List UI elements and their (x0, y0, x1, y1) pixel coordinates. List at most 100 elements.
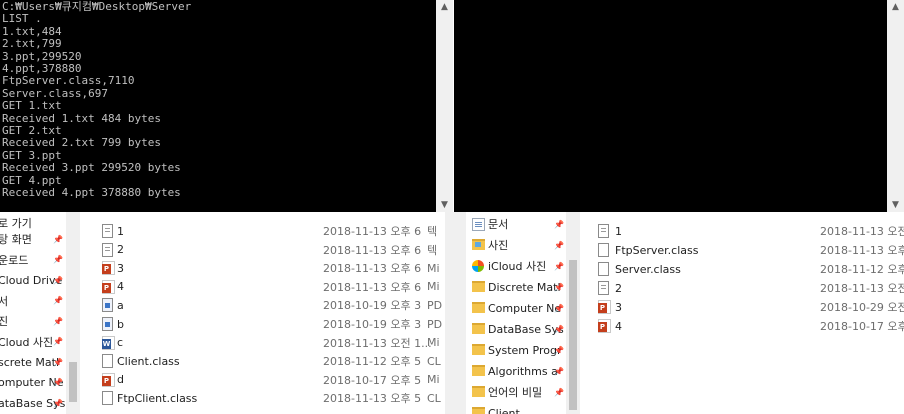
file-date-modified: 2018-11-13 오전 (820, 282, 904, 295)
text-file-icon (102, 242, 113, 257)
server-console-scrollbar[interactable]: ▲ ▼ (436, 0, 453, 212)
nav-item[interactable]: System Progr 📌 (466, 339, 566, 361)
nav-item[interactable]: omputer Ne 📌 (0, 372, 66, 394)
scroll-down-arrow-icon[interactable]: ▼ (436, 198, 453, 212)
file-list: 1 2018-11-13 오후 6 텍 2 2018-11-13 오후 6 텍 3 2018-… (80, 212, 454, 414)
pin-icon: 📌 (554, 324, 564, 334)
client-file-explorer: 로 가기 탕 화면 📌 운로드 📌 Cloud Drive 📌 서 📌 진 📌 Cloud 사진 📌 sc… (0, 212, 454, 414)
console-output-line: LIST . (2, 12, 42, 26)
scroll-up-arrow-icon[interactable]: ▲ (887, 0, 904, 14)
console-output-line: 1.txt,484 (2, 24, 62, 38)
documents-folder-icon (472, 218, 485, 231)
console-output-line: FtpServer.class,7110 (2, 74, 135, 88)
file-type: CL (427, 354, 441, 368)
nav-item[interactable]: Cloud Drive 📌 (0, 269, 66, 291)
scroll-up-arrow-icon[interactable]: ▲ (436, 0, 453, 14)
nav-item-label: 문서 (488, 218, 509, 231)
navigation-pane-scrollbar[interactable] (66, 212, 80, 414)
nav-item[interactable]: Computer Ne 📌 (466, 297, 566, 319)
file-name: 2 (615, 281, 622, 295)
nav-item[interactable]: iCloud 사진 📌 (466, 255, 566, 277)
folder-icon (472, 302, 485, 313)
nav-item[interactable]: 탕 화면 📌 (0, 228, 66, 250)
file-type: Mi (427, 261, 440, 275)
class-file-icon (102, 354, 113, 369)
icloud-photos-icon (472, 260, 484, 272)
word-file-icon (102, 335, 115, 350)
file-type: 텍 (427, 243, 438, 257)
text-file-icon (598, 224, 609, 238)
nav-item[interactable]: DataBase Sys 📌 (466, 318, 566, 340)
file-date-modified: 2018-11-13 오후 6 (323, 280, 422, 294)
file-name: 4 (615, 319, 622, 333)
nav-item-label: screte Matl (0, 355, 60, 369)
scrollbar-thumb[interactable] (569, 260, 577, 410)
pin-icon: 📌 (554, 240, 564, 250)
nav-item[interactable]: 운로드 📌 (0, 249, 66, 271)
nav-item-label: 진 (0, 315, 9, 328)
nav-item-label: Client (488, 406, 520, 414)
scroll-down-arrow-icon[interactable]: ▼ (887, 198, 904, 212)
folder-icon (472, 344, 485, 355)
file-date-modified: 2018-11-12 오후 (820, 263, 904, 276)
text-file-icon (102, 224, 113, 238)
pin-icon: 📌 (53, 255, 63, 264)
client-console-scrollbar[interactable]: ▲ ▼ (887, 0, 904, 212)
navigation-pane-scrollbar[interactable] (566, 212, 580, 414)
file-row[interactable]: FtpClient.class 2018-11-13 오후 5 CL (80, 387, 454, 409)
pin-icon: 📌 (554, 282, 564, 292)
pin-icon: 📌 (554, 345, 564, 355)
nav-item-label: 탕 화면 (0, 233, 32, 246)
scrollbar-thumb[interactable] (69, 362, 77, 402)
server-file-explorer: 문서 📌 사진 📌 iCloud 사진 📌 Discrete Matl 📌 Computer N… (454, 212, 904, 414)
console-output-line: 2.txt,799 (2, 37, 62, 51)
file-type: 텍 (427, 225, 438, 238)
file-date-modified: 2018-11-13 오후 6 (323, 262, 422, 276)
navigation-pane: 문서 📌 사진 📌 iCloud 사진 📌 Discrete Matl 📌 Computer N… (466, 212, 566, 414)
file-date-modified: 2018-11-13 오전 1... (323, 336, 432, 350)
nav-item-label: 사진 (488, 239, 509, 252)
class-file-icon (598, 243, 609, 257)
file-name: b (117, 317, 124, 331)
nav-item[interactable]: Cloud 사진 📌 (0, 331, 66, 353)
pdf-file-icon (102, 298, 113, 313)
file-row[interactable]: 4 2018-10-17 오후 (584, 315, 904, 337)
nav-item[interactable]: 문서 📌 (466, 213, 566, 235)
nav-item-label: 운로드 (0, 253, 29, 267)
file-list-scrollbar[interactable] (445, 212, 454, 414)
file-date-modified: 2018-10-17 오후 5 (323, 373, 422, 387)
nav-item[interactable]: Discrete Matl 📌 (466, 276, 566, 298)
pin-icon: 📌 (53, 275, 63, 285)
nav-item[interactable]: 사진 📌 (466, 234, 566, 256)
file-name: 3 (117, 261, 124, 275)
file-date-modified: 2018-11-13 오후 6 (323, 243, 422, 257)
powerpoint-file-icon (102, 261, 115, 276)
window-border (454, 212, 466, 414)
client-console-window[interactable] (454, 0, 890, 212)
file-name: d (117, 373, 124, 387)
file-type: Mi (427, 280, 440, 294)
nav-item[interactable]: screte Matl 📌 (0, 351, 66, 373)
pin-icon: 📌 (554, 387, 564, 397)
file-name: 4 (117, 280, 124, 294)
nav-item[interactable]: ataBase Sys 📌 (0, 392, 66, 414)
file-type: PD (427, 317, 443, 331)
file-date-modified: 2018-10-19 오후 3 (323, 299, 422, 313)
file-name: 3 (615, 300, 622, 314)
pin-icon: 📌 (53, 234, 63, 244)
console-output-line: Received 2.txt 799 bytes (2, 136, 161, 150)
folder-icon (472, 407, 485, 414)
text-file-icon (598, 281, 609, 295)
nav-item[interactable]: Algorithms a 📌 (466, 360, 566, 382)
nav-item[interactable]: 서 📌 (0, 290, 66, 312)
navigation-pane: 로 가기 탕 화면 📌 운로드 📌 Cloud Drive 📌 서 📌 진 📌 Cloud 사진 📌 sc… (0, 212, 66, 414)
nav-item[interactable]: 언어의 비밀 📌 (466, 381, 566, 403)
pictures-folder-icon (472, 239, 485, 250)
nav-item-label: 서 (0, 294, 9, 308)
server-console-window[interactable]: C:₩Users₩큐지컴₩Desktop₩Server LIST . 1.txt,4… (0, 0, 436, 212)
folder-icon (472, 386, 485, 397)
file-name: Server.class (615, 262, 681, 276)
nav-item[interactable]: Client (466, 402, 566, 414)
pin-icon: 📌 (554, 261, 564, 271)
nav-item[interactable]: 진 📌 (0, 310, 66, 332)
